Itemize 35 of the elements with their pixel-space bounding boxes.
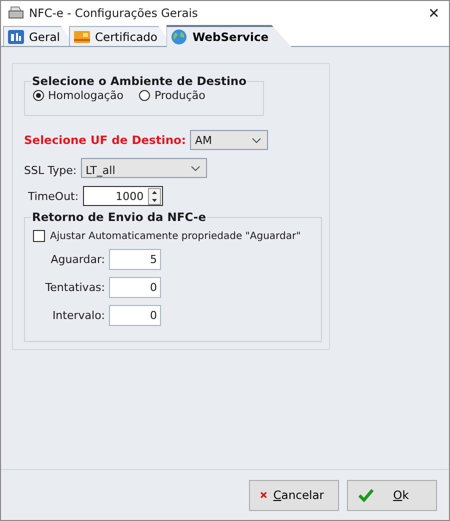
timeout-spinner[interactable]: 1000 bbox=[82, 186, 163, 206]
radio-label: Homologação bbox=[48, 89, 124, 102]
chevron-icon bbox=[190, 166, 200, 170]
field-label: Tentativas: bbox=[44, 281, 105, 294]
radio-label: Produção bbox=[154, 89, 206, 102]
checkbox-label: Ajustar Automaticamente propriedade "Aguardar" bbox=[50, 230, 301, 242]
globe-icon bbox=[171, 29, 188, 45]
radio-button[interactable] bbox=[33, 90, 44, 101]
close-button[interactable]: ✕ bbox=[419, 1, 449, 24]
card-icon bbox=[74, 30, 90, 42]
number-field[interactable]: 0 bbox=[109, 277, 161, 298]
number-field[interactable]: 5 bbox=[109, 249, 161, 270]
group-title: Selecione o Ambiente de Destino bbox=[31, 74, 248, 88]
checkmark-icon bbox=[358, 488, 374, 502]
ok-button[interactable]: Ok bbox=[347, 480, 437, 510]
radio-option[interactable]: Produção bbox=[139, 89, 206, 102]
field-label: Selecione UF de Destino: bbox=[24, 133, 186, 147]
cancel-button[interactable]: Cancelar bbox=[249, 480, 339, 510]
number-field[interactable]: 0 bbox=[109, 305, 161, 326]
chevron-icon bbox=[252, 138, 262, 142]
field-label: Intervalo: bbox=[51, 309, 105, 322]
field-label: TimeOut: bbox=[28, 190, 79, 202]
grid-icon bbox=[8, 30, 24, 44]
state-dropdown[interactable]: AM bbox=[190, 130, 268, 150]
checkbox[interactable] bbox=[33, 230, 45, 242]
ssl-dropdown[interactable]: LT_all bbox=[80, 158, 207, 178]
tab[interactable]: WebService bbox=[166, 25, 292, 47]
radio-button[interactable] bbox=[139, 90, 150, 101]
window-title: NFC-e - Configurações Gerais bbox=[29, 6, 199, 20]
field-label: Aguardar: bbox=[50, 253, 105, 266]
group-title: Retorno de Envio da NFC-e bbox=[31, 210, 207, 224]
field-label: SSL Type: bbox=[24, 164, 77, 176]
printer-icon bbox=[8, 6, 24, 20]
radio-option[interactable]: Homologação bbox=[33, 89, 124, 102]
spin-arrows-icon bbox=[148, 188, 161, 204]
